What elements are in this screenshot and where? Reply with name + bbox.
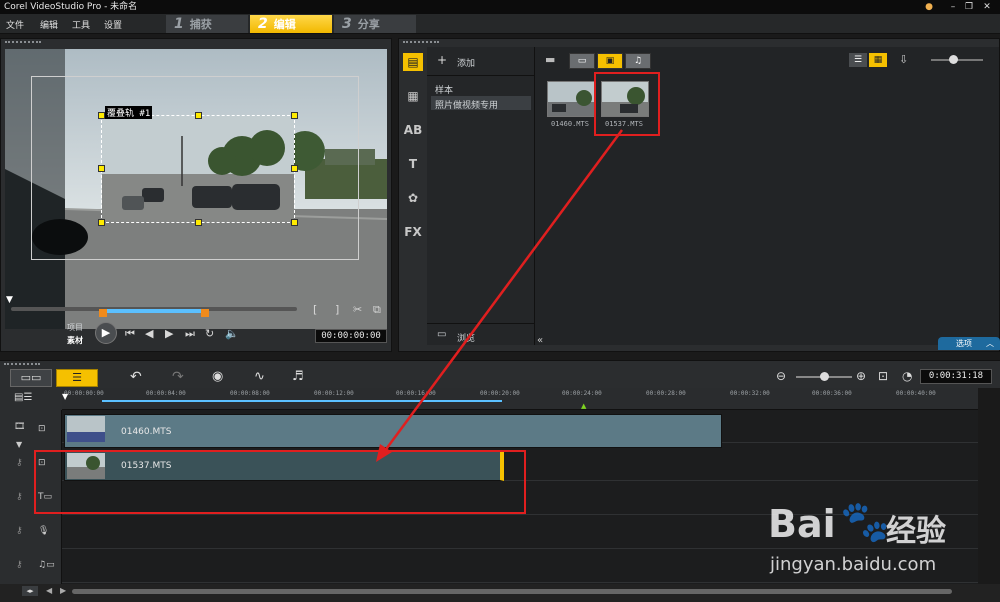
paw-logo-icon: 🐾 xyxy=(840,499,890,545)
baidu-watermark: Bai 🐾 经验 jingyan.baidu.com xyxy=(760,492,990,590)
watermark-url: jingyan.baidu.com xyxy=(770,554,937,575)
watermark-product: 经验 xyxy=(886,514,946,549)
watermark-brand: Bai xyxy=(768,502,836,546)
